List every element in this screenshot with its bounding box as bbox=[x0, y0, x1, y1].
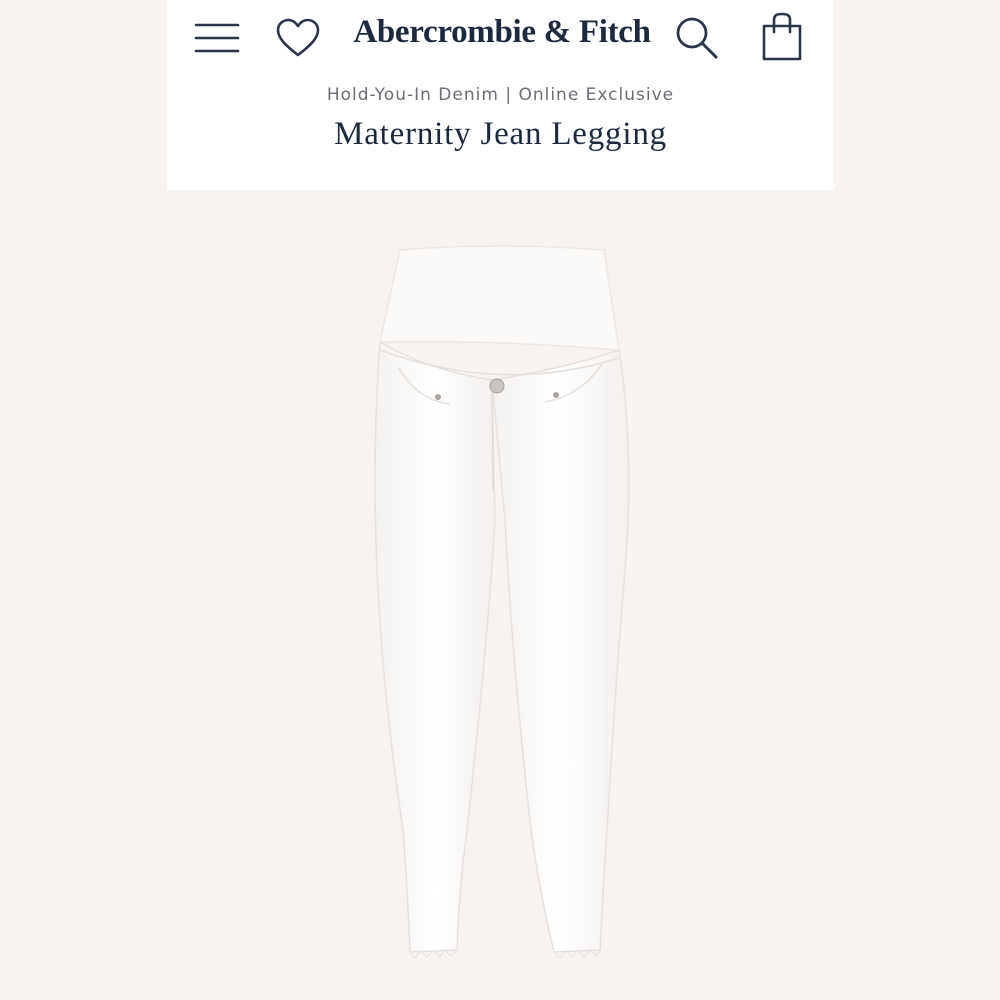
shopping-bag-button[interactable] bbox=[761, 12, 803, 62]
search-icon bbox=[676, 17, 718, 59]
wishlist-button[interactable] bbox=[275, 18, 321, 58]
top-nav: Abercrombie & Fitch bbox=[167, 0, 834, 80]
brand-logo[interactable]: Abercrombie & Fitch bbox=[347, 14, 657, 51]
header-panel: Abercrombie & Fitch Hold-You-In Denim | … bbox=[167, 0, 834, 190]
product-subtitle: Hold-You-In Denim | Online Exclusive bbox=[326, 85, 675, 105]
product-image[interactable] bbox=[167, 190, 834, 1000]
search-button[interactable] bbox=[675, 16, 719, 60]
jean-legging-image bbox=[374, 245, 630, 959]
product-title: Maternity Jean Legging bbox=[334, 116, 667, 152]
menu-button[interactable] bbox=[194, 18, 240, 58]
heart-icon bbox=[276, 18, 320, 57]
shopping-bag-icon bbox=[762, 12, 802, 61]
menu-icon bbox=[194, 23, 240, 53]
